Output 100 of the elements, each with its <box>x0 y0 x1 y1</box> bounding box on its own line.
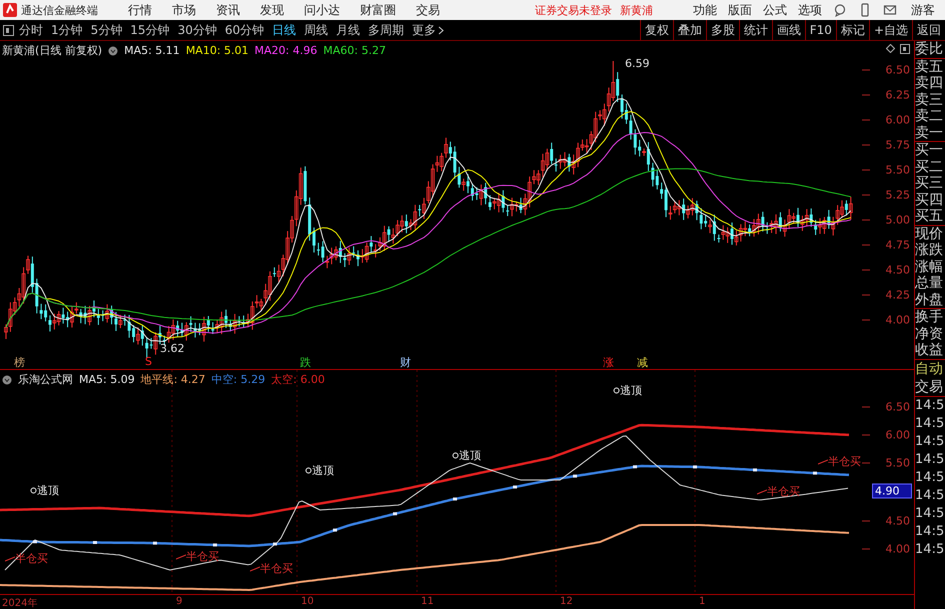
quote-label: 外盘 <box>915 292 944 308</box>
diamond-icon[interactable] <box>886 44 896 53</box>
menu-item[interactable]: 财富圈 <box>360 2 396 18</box>
axis-label: 4.75 <box>886 238 910 252</box>
toolbar-button[interactable]: 画线 <box>772 20 805 40</box>
quote-label: 涨跌 <box>915 242 944 258</box>
period-tab[interactable]: 5分钟 <box>90 22 122 38</box>
period-tab[interactable]: 15分钟 <box>130 22 170 38</box>
period-tab[interactable]: 多周期 <box>368 22 404 38</box>
period-tab[interactable]: 月线 <box>336 22 360 38</box>
settings-icon[interactable] <box>2 374 12 385</box>
menu-item[interactable]: 行情 <box>128 2 152 18</box>
axis-label: 6.00 <box>886 428 910 442</box>
trade-time: 14:5 <box>915 486 945 504</box>
stock-name: 新黄浦 <box>620 2 653 18</box>
menu-item[interactable]: 交易 <box>416 2 440 18</box>
trade-time: 14:5 <box>915 522 945 540</box>
panel-icon[interactable] <box>900 44 910 54</box>
quote-label: 委比 <box>915 41 944 58</box>
event-marker[interactable]: 跌 <box>300 355 311 370</box>
legend-label: MA5: 5.09 <box>79 373 135 386</box>
period-tab[interactable]: 30分钟 <box>178 22 217 38</box>
toolbar-button[interactable]: 叠加 <box>672 20 706 40</box>
event-marker[interactable]: 榜 <box>14 355 25 370</box>
circle-icon <box>452 452 459 460</box>
event-marker[interactable]: S <box>145 355 152 368</box>
toolbar-button[interactable]: +自选 <box>868 20 912 40</box>
quote-label: 买一 <box>915 142 944 158</box>
trade-time: 14:5 <box>915 540 945 558</box>
axis-label: 4.50 <box>886 264 910 276</box>
trade-time: 14:5 <box>915 468 945 486</box>
mail-icon[interactable] <box>883 3 897 17</box>
trade-time: 14:5 <box>915 450 945 468</box>
menu-item[interactable]: 功能 <box>693 2 717 18</box>
menu-item[interactable]: 发现 <box>260 2 284 18</box>
indicator-title: 乐淘公式网 <box>18 372 73 388</box>
quote-label: 卖五 <box>915 58 944 75</box>
trade-header: 交易 <box>915 378 945 396</box>
axis-label: 4.00 <box>886 314 910 326</box>
quote-label: 卖二 <box>915 108 944 124</box>
high-price-label: 6.59 <box>625 57 650 70</box>
more-menu[interactable]: 更多 <box>412 22 444 38</box>
settings-icon[interactable] <box>108 46 118 56</box>
quote-label: 买五 <box>915 208 944 224</box>
axis-label: 4.25 <box>886 288 910 302</box>
quote-label: 净资 <box>915 326 944 342</box>
chevron-icon <box>438 26 444 34</box>
menu-item[interactable]: 公式 <box>763 2 787 18</box>
circle-icon <box>613 387 620 394</box>
circle-icon <box>305 467 312 474</box>
cursor-price-label: 4.90 <box>872 484 912 499</box>
menu-item[interactable]: 版面 <box>728 2 752 18</box>
app-title: 通达信金融终端 <box>21 2 98 18</box>
toolbar-button[interactable]: 复权 <box>640 20 673 40</box>
period-tab[interactable]: 1分钟 <box>51 22 83 38</box>
menu-item[interactable]: 选项 <box>798 2 822 18</box>
date-label: 12 <box>560 596 573 608</box>
event-marker[interactable]: 财 <box>400 355 411 370</box>
signal-label: 半仓买 <box>15 551 48 566</box>
axis-label: 5.50 <box>886 164 910 176</box>
quote-label: 现价 <box>915 226 944 242</box>
period-tab[interactable]: 周线 <box>304 22 328 38</box>
leader-line <box>250 566 260 572</box>
trade-time: 14:5 <box>915 396 945 414</box>
user-label[interactable]: 游客 <box>911 2 935 18</box>
menu-item[interactable]: 问小达 <box>304 2 340 18</box>
login-status: 证券交易未登录 <box>535 2 612 18</box>
menu-item[interactable]: 市场 <box>172 2 196 18</box>
menu-item[interactable]: 资讯 <box>216 2 240 18</box>
axis-label: 5.50 <box>886 456 910 470</box>
toolbar-button[interactable]: F10 <box>804 20 836 40</box>
legend-label: 中空: 5.29 <box>211 372 266 388</box>
quote-label: 卖三 <box>915 92 944 108</box>
toolbar-button[interactable]: 统计 <box>738 20 772 40</box>
event-marker[interactable]: 涨 <box>603 355 614 370</box>
axis-label: 6.50 <box>886 64 910 76</box>
period-tab[interactable]: 日线 <box>272 22 296 38</box>
toolbar-button[interactable]: 标记 <box>836 20 869 40</box>
axis-label: 4.50 <box>886 514 910 528</box>
quote-label: 总量 <box>915 275 944 292</box>
circle-icon <box>30 487 37 494</box>
quote-label: 收益 <box>915 342 944 358</box>
quote-label: 卖四 <box>915 75 944 92</box>
chart-title: 新黄浦(日线 前复权) <box>2 43 102 58</box>
toolbar-button[interactable]: 返回 <box>912 20 945 40</box>
period-tab[interactable]: 分时 <box>19 22 43 38</box>
signal-label: 半仓买 <box>186 549 219 564</box>
signal-label: 半仓买 <box>767 484 800 500</box>
toolbar-button[interactable]: 多股 <box>706 20 739 40</box>
chat-icon[interactable] <box>833 3 847 17</box>
axis-label: 5.75 <box>886 138 910 152</box>
axis-label: 6.25 <box>886 88 910 102</box>
panel-icon[interactable] <box>3 24 14 36</box>
logo-icon <box>3 3 17 17</box>
axis-label: 6.00 <box>886 114 910 126</box>
event-marker[interactable]: 减 <box>637 355 648 370</box>
trade-title[interactable]: 自动 <box>915 360 945 378</box>
legend-label: 太空: 6.00 <box>271 372 325 388</box>
period-tab[interactable]: 60分钟 <box>224 22 264 38</box>
date-label: 11 <box>421 596 434 608</box>
